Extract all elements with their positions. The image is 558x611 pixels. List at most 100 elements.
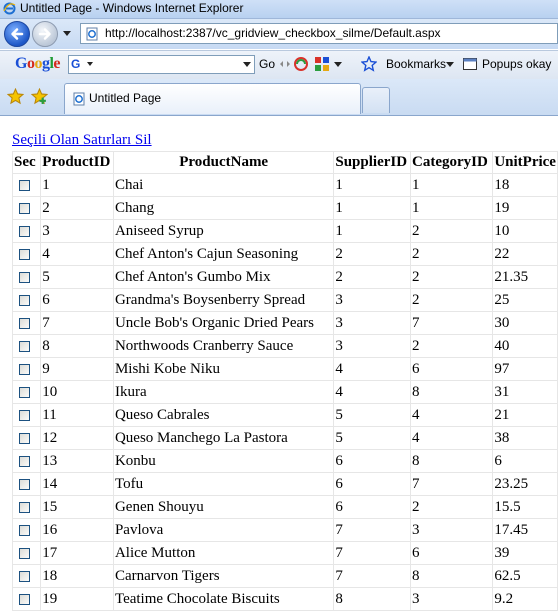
row-select-checkbox[interactable] xyxy=(19,524,30,536)
page-icon xyxy=(73,92,85,106)
unit-price-cell: 39 xyxy=(492,541,558,565)
product-name-cell: Queso Cabrales xyxy=(112,403,335,427)
product-name-cell: Pavlova xyxy=(112,518,335,542)
unit-price-cell: 31 xyxy=(492,380,558,404)
delete-selected-link[interactable]: Seçili Olan Satırları Sil xyxy=(12,132,152,149)
row-select-checkbox[interactable] xyxy=(19,593,30,605)
star-icon[interactable] xyxy=(361,56,377,72)
row-select-checkbox[interactable] xyxy=(19,340,30,352)
select-cell xyxy=(11,587,42,611)
row-select-checkbox[interactable] xyxy=(19,317,30,329)
row-select-checkbox[interactable] xyxy=(19,271,30,283)
product-name-cell: Aniseed Syrup xyxy=(112,219,335,243)
category-id-cell: 8 xyxy=(409,380,494,404)
navigation-bar: http://localhost:2387/vc_gridview_checkb… xyxy=(0,19,558,49)
row-select-checkbox[interactable] xyxy=(19,409,30,421)
product-name-cell: Konbu xyxy=(112,449,335,473)
select-cell xyxy=(11,403,42,427)
product-id-cell: 15 xyxy=(40,495,114,519)
category-id-cell: 2 xyxy=(409,265,494,289)
unit-price-cell: 22 xyxy=(492,242,558,266)
table-row: 4 Chef Anton's Cajun Seasoning 2 2 22 xyxy=(11,242,558,266)
row-select-checkbox[interactable] xyxy=(19,547,30,559)
product-name-cell: Chai xyxy=(112,173,335,197)
google-logo[interactable]: Google xyxy=(15,55,60,73)
select-cell xyxy=(11,564,42,588)
select-cell xyxy=(11,196,42,220)
window-title: Untitled Page - Windows Internet Explore… xyxy=(20,1,244,15)
unit-price-cell: 19 xyxy=(492,196,558,220)
product-name-cell: Northwoods Cranberry Sauce xyxy=(112,334,335,358)
sidewiki-icon[interactable] xyxy=(277,56,293,72)
product-id-cell: 8 xyxy=(40,334,114,358)
category-id-cell: 2 xyxy=(409,219,494,243)
category-id-cell: 7 xyxy=(409,311,494,335)
tab-untitled-page[interactable]: Untitled Page xyxy=(64,83,361,114)
table-row: 10 Ikura 4 8 31 xyxy=(11,380,558,404)
google-search-input[interactable]: G xyxy=(68,55,255,74)
row-select-checkbox[interactable] xyxy=(19,294,30,306)
product-name-cell: Chef Anton's Gumbo Mix xyxy=(112,265,335,289)
table-row: 16 Pavlova 7 3 17.45 xyxy=(11,518,558,542)
table-row: 5 Chef Anton's Gumbo Mix 2 2 21.35 xyxy=(11,265,558,289)
row-select-checkbox[interactable] xyxy=(19,570,30,582)
new-tab-button[interactable] xyxy=(362,87,390,113)
popup-blocker-icon[interactable] xyxy=(462,56,478,72)
row-select-checkbox[interactable] xyxy=(19,202,30,214)
bookmarks-menu[interactable]: Bookmarks xyxy=(386,57,446,71)
engine-dropdown-icon[interactable] xyxy=(87,62,93,67)
pagerank-icon[interactable] xyxy=(293,56,309,72)
row-select-checkbox[interactable] xyxy=(19,248,30,260)
row-select-checkbox[interactable] xyxy=(19,501,30,513)
product-id-cell: 6 xyxy=(40,288,114,312)
bookmarks-dropdown-icon[interactable] xyxy=(446,62,454,67)
row-select-checkbox[interactable] xyxy=(19,179,30,191)
unit-price-cell: 17.45 xyxy=(492,518,558,542)
google-apps-icon[interactable] xyxy=(314,56,330,72)
row-select-checkbox[interactable] xyxy=(19,432,30,444)
url-text: http://localhost:2387/vc_gridview_checkb… xyxy=(105,26,441,40)
table-row: 3 Aniseed Syrup 1 2 10 xyxy=(11,219,558,243)
supplier-id-cell: 6 xyxy=(333,449,411,473)
google-g-icon: G xyxy=(71,57,81,71)
forward-button[interactable] xyxy=(32,21,58,47)
category-id-cell: 7 xyxy=(409,472,494,496)
search-dropdown-icon[interactable] xyxy=(243,62,251,67)
row-select-checkbox[interactable] xyxy=(19,386,30,398)
popups-status[interactable]: Popups okay xyxy=(482,57,551,71)
row-select-checkbox[interactable] xyxy=(19,478,30,490)
add-favorite-icon[interactable] xyxy=(31,88,48,105)
history-dropdown-icon[interactable] xyxy=(62,28,72,38)
category-id-cell: 2 xyxy=(409,242,494,266)
supplier-id-cell: 3 xyxy=(333,334,411,358)
product-id-cell: 10 xyxy=(40,380,114,404)
category-id-cell: 6 xyxy=(409,541,494,565)
product-name-cell: Grandma's Boysenberry Spread xyxy=(112,288,335,312)
unit-price-cell: 15.5 xyxy=(492,495,558,519)
supplier-id-cell: 2 xyxy=(333,265,411,289)
favorites-star-icon[interactable] xyxy=(7,88,24,105)
apps-dropdown-icon[interactable] xyxy=(334,62,342,67)
supplier-id-cell: 6 xyxy=(333,495,411,519)
unit-price-cell: 10 xyxy=(492,219,558,243)
row-select-checkbox[interactable] xyxy=(19,363,30,375)
select-cell xyxy=(11,219,42,243)
supplier-id-cell: 8 xyxy=(333,587,411,611)
category-id-cell: 3 xyxy=(409,518,494,542)
go-button[interactable]: Go xyxy=(259,57,275,71)
product-id-cell: 18 xyxy=(40,564,114,588)
select-cell xyxy=(11,173,42,197)
column-header-categoryid: CategoryID xyxy=(409,151,494,174)
product-id-cell: 13 xyxy=(40,449,114,473)
address-field[interactable]: http://localhost:2387/vc_gridview_checkb… xyxy=(80,23,558,44)
product-id-cell: 2 xyxy=(40,196,114,220)
column-header-productid: ProductID xyxy=(40,151,114,174)
product-name-cell: Carnarvon Tigers xyxy=(112,564,335,588)
table-row: 7 Uncle Bob's Organic Dried Pears 3 7 30 xyxy=(11,311,558,335)
row-select-checkbox[interactable] xyxy=(19,455,30,467)
product-name-cell: Uncle Bob's Organic Dried Pears xyxy=(112,311,335,335)
unit-price-cell: 21 xyxy=(492,403,558,427)
back-button[interactable] xyxy=(4,21,30,47)
row-select-checkbox[interactable] xyxy=(19,225,30,237)
select-cell xyxy=(11,449,42,473)
